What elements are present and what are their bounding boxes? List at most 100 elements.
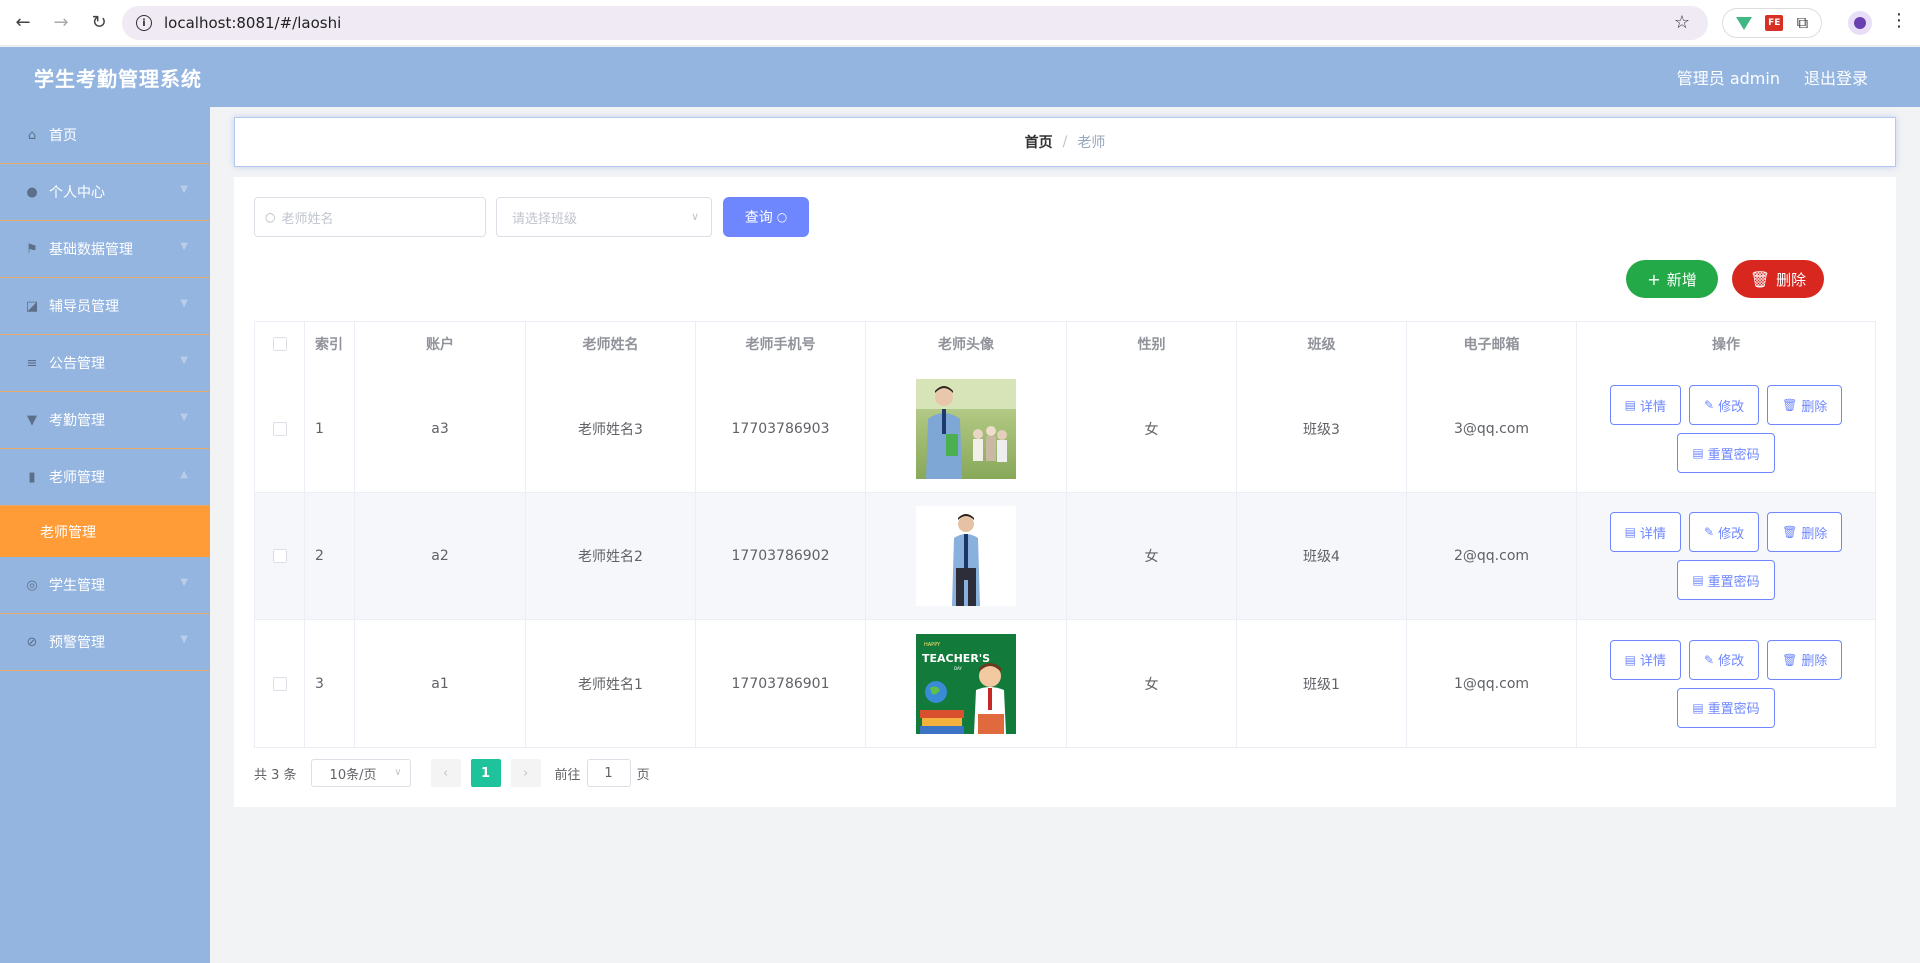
logout-link[interactable]: 退出登录: [1804, 65, 1868, 89]
cell-class: 班级1: [1237, 620, 1407, 747]
class-select-placeholder: 请选择班级: [512, 211, 578, 227]
app-title: 学生考勤管理系统: [34, 66, 202, 91]
cell-class: 班级4: [1237, 493, 1407, 619]
forward-icon[interactable]: →: [46, 8, 76, 38]
document-icon: ▤: [1624, 652, 1636, 667]
search-icon: ○: [776, 210, 788, 224]
edit-button[interactable]: ✎ 修改: [1689, 639, 1760, 680]
edit-label: 修改: [1718, 399, 1745, 415]
browser-menu-icon[interactable]: ⋮: [1890, 10, 1908, 31]
vue-devtools-icon[interactable]: [1735, 16, 1752, 30]
reload-icon[interactable]: ↻: [84, 8, 114, 38]
document-icon: ▤: [1692, 700, 1704, 715]
cell-index: 3: [305, 620, 355, 747]
sidebar-item-home[interactable]: ⌂ 首页: [0, 107, 210, 164]
column-header: 老师姓名: [526, 322, 696, 366]
search-placeholder: 老师姓名: [281, 211, 334, 227]
sidebar-item-label: 首页: [49, 128, 77, 144]
page-size-select[interactable]: 10条/页 ∨: [310, 759, 411, 787]
sidebar-item-student[interactable]: ◎ 学生管理 ▼: [0, 557, 210, 614]
sidebar-item-notice[interactable]: ≡ 公告管理 ▼: [0, 335, 210, 392]
cell-account: a1: [355, 620, 526, 747]
class-select[interactable]: 请选择班级 ∨: [496, 197, 712, 237]
no-bell-icon: ⊘: [26, 634, 38, 650]
goto-page-input[interactable]: 1: [586, 759, 631, 787]
column-header: 性别: [1067, 322, 1237, 366]
cell-account: a2: [355, 493, 526, 619]
edit-button[interactable]: ✎ 修改: [1689, 512, 1760, 552]
edit-button[interactable]: ✎ 修改: [1689, 385, 1760, 425]
address-bar[interactable]: i localhost:8081/#/laoshi ☆: [122, 6, 1708, 40]
reset-password-button[interactable]: ▤ 重置密码: [1677, 687, 1775, 728]
delete-label: 删除: [1801, 526, 1828, 542]
column-header: 班级: [1237, 322, 1407, 366]
reset-password-button[interactable]: ▤ 重置密码: [1677, 433, 1775, 473]
detail-button[interactable]: ▤ 详情: [1609, 512, 1682, 552]
sidebar-item-basic-data[interactable]: ⚑ 基础数据管理 ▼: [0, 221, 210, 278]
select-all-cell: [255, 322, 305, 366]
delete-button[interactable]: 🗑 删除: [1767, 639, 1843, 680]
back-icon[interactable]: ←: [8, 8, 38, 38]
site-info-icon[interactable]: i: [136, 15, 152, 31]
row-checkbox[interactable]: [272, 676, 287, 691]
chevron-down-icon: ∨: [394, 767, 402, 778]
add-button[interactable]: + 新增: [1626, 260, 1718, 298]
sidebar-item-personal-center[interactable]: ● 个人中心 ▼: [0, 164, 210, 221]
chevron-up-icon: ▲: [180, 469, 188, 480]
chevron-down-icon: ▼: [180, 577, 188, 588]
delete-label: 删除: [1801, 399, 1828, 415]
teacher-name-search-input[interactable]: ○ 老师姓名: [254, 197, 486, 237]
next-page-button[interactable]: ›: [510, 759, 541, 787]
breadcrumb-home[interactable]: 首页: [1025, 132, 1053, 152]
cell-index: 1: [305, 366, 355, 492]
row-checkbox[interactable]: [272, 549, 287, 563]
table-header-row: 索引 账户 老师姓名 老师手机号 老师头像 性别 班级 电子邮箱 操作: [255, 322, 1875, 366]
profile-avatar-icon[interactable]: [1848, 11, 1872, 35]
bookmark-star-icon[interactable]: ☆: [1674, 12, 1690, 33]
cell-class: 班级3: [1237, 366, 1407, 492]
cell-name: 老师姓名3: [526, 366, 696, 492]
cell-phone: 17703786902: [696, 493, 866, 619]
column-header: 老师手机号: [696, 322, 866, 366]
fe-helper-icon[interactable]: FE: [1765, 15, 1784, 31]
delete-button[interactable]: 🗑 删除: [1767, 385, 1843, 425]
reset-password-label: 重置密码: [1707, 702, 1760, 717]
delete-button[interactable]: 🗑 删除: [1767, 512, 1843, 552]
sidebar-item-warning[interactable]: ⊘ 预警管理 ▼: [0, 614, 210, 671]
avatar-day-text: DAY: [954, 666, 962, 671]
goto-suffix: 页: [636, 767, 650, 783]
cell-gender: 女: [1067, 493, 1237, 619]
page-number-button[interactable]: 1: [470, 759, 501, 787]
cell-name: 老师姓名1: [526, 620, 696, 747]
sidebar-item-teacher[interactable]: ▮ 老师管理 ▲: [0, 449, 210, 506]
stamp-icon: ▼: [27, 412, 37, 428]
sidebar-subitem-teacher-management[interactable]: 老师管理: [0, 506, 210, 557]
sidebar-item-counselor[interactable]: ◪ 辅导员管理 ▼: [0, 278, 210, 335]
edit-label: 修改: [1718, 654, 1745, 669]
column-header: 操作: [1712, 337, 1740, 353]
cell-account: a3: [355, 366, 526, 492]
prev-page-button[interactable]: ‹: [430, 759, 461, 787]
cell-gender: 女: [1067, 366, 1237, 492]
chevron-down-icon: ▼: [180, 412, 188, 423]
pagination: 共 3 条 10条/页 ∨ ‹ 1 › 前往 1 页: [254, 758, 650, 788]
avatar-happy-text: HAPPY: [924, 642, 941, 648]
url-text: localhost:8081/#/laoshi: [164, 14, 342, 32]
home-icon: ⌂: [27, 127, 37, 143]
detail-button[interactable]: ▤ 详情: [1609, 639, 1682, 680]
batch-delete-button[interactable]: 🗑 删除: [1732, 260, 1824, 298]
extensions-puzzle-icon[interactable]: ⧉: [1797, 13, 1808, 33]
row-checkbox[interactable]: [272, 422, 287, 436]
reset-password-label: 重置密码: [1707, 447, 1760, 463]
reset-password-button[interactable]: ▤ 重置密码: [1677, 560, 1775, 600]
current-user-label: 管理员 admin: [1676, 69, 1780, 88]
cell-phone: 17703786901: [696, 620, 866, 747]
sidebar-item-label: 辅导员管理: [49, 299, 119, 315]
column-header: 账户: [355, 322, 526, 366]
select-all-checkbox[interactable]: [272, 337, 287, 351]
reset-password-label: 重置密码: [1707, 574, 1760, 590]
sidebar-item-attendance[interactable]: ▼ 考勤管理 ▼: [0, 392, 210, 449]
query-button[interactable]: 查询 ○: [723, 197, 809, 237]
search-icon: ○: [265, 210, 276, 224]
detail-button[interactable]: ▤ 详情: [1609, 385, 1682, 425]
